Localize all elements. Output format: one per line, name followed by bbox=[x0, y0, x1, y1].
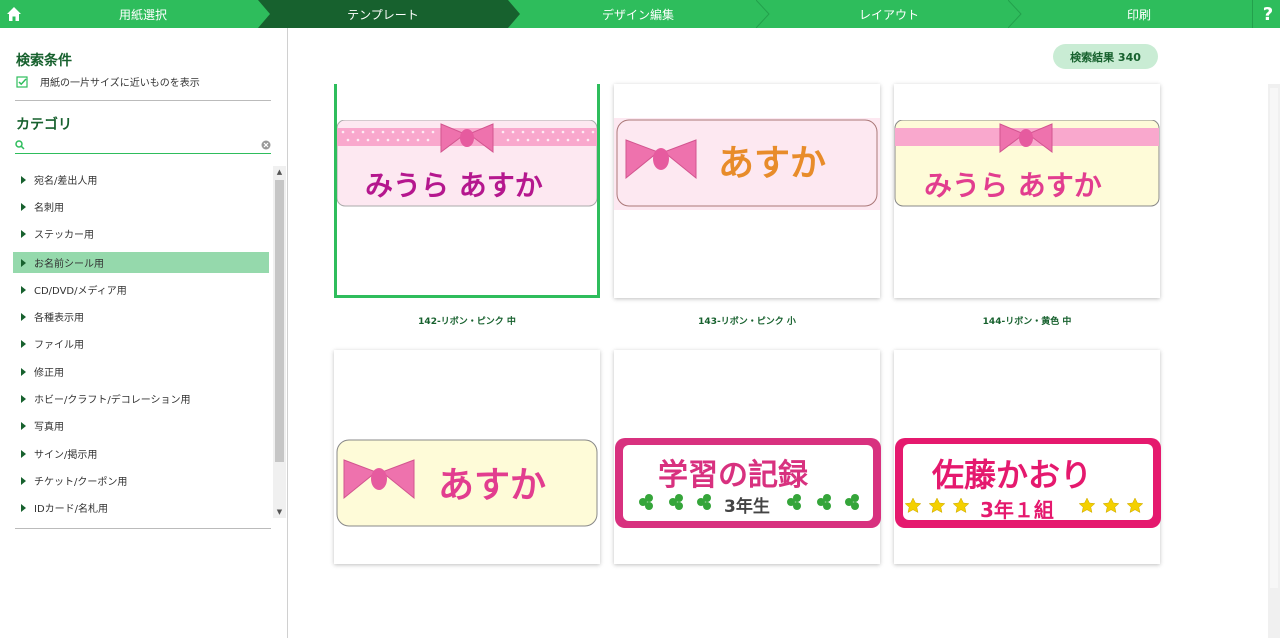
template-name-text: あすか bbox=[718, 143, 827, 184]
expand-arrow-icon bbox=[21, 476, 26, 485]
category-label: 宛名/差出人用 bbox=[34, 176, 98, 187]
clear-icon[interactable] bbox=[261, 140, 271, 150]
category-item[interactable]: チケット/クーポン用 bbox=[13, 470, 269, 491]
template-name-text: みうら あすか bbox=[365, 169, 543, 202]
template-title-text: 佐藤かおり bbox=[932, 456, 1093, 494]
step-bar: 用紙選択 テンプレート デザイン編集 レイアウト 印刷 ? bbox=[0, 0, 1280, 28]
template-title-text: 学習の記録 bbox=[658, 458, 808, 493]
step-label: レイアウト bbox=[858, 7, 919, 22]
search-icon bbox=[15, 140, 25, 150]
category-item[interactable]: 宛名/差出人用 bbox=[13, 169, 269, 190]
search-conditions-title: 検索条件 bbox=[16, 53, 72, 69]
expand-arrow-icon bbox=[21, 258, 26, 267]
step-label: デザイン編集 bbox=[601, 7, 674, 22]
category-search-input[interactable] bbox=[31, 138, 255, 153]
category-item[interactable]: 名刺用 bbox=[13, 196, 269, 217]
expand-arrow-icon bbox=[21, 503, 26, 512]
step-label: 用紙選択 bbox=[118, 7, 167, 22]
expand-arrow-icon bbox=[21, 175, 26, 184]
category-label: ホビー/クラフト/デコレーション用 bbox=[34, 395, 191, 406]
template-sub-text: 3年１組 bbox=[980, 498, 1054, 522]
category-item-selected[interactable]: お名前シール用 bbox=[13, 252, 269, 273]
step-label: 印刷 bbox=[1126, 7, 1151, 22]
template-card-selected[interactable]: みうら あすか bbox=[334, 84, 600, 298]
category-list: 宛名/差出人用 名刺用 ステッカー用 お名前シール用 CD/DVD/メディア用 … bbox=[13, 166, 271, 518]
template-name-text: あすか bbox=[438, 465, 547, 506]
divider bbox=[15, 100, 271, 101]
category-item[interactable]: 各種表示用 bbox=[13, 306, 269, 327]
expand-arrow-icon bbox=[21, 285, 26, 294]
category-title: カテゴリ bbox=[16, 117, 72, 133]
template-card[interactable]: あすか bbox=[614, 84, 880, 298]
scrollbar-thumb[interactable] bbox=[1270, 88, 1278, 588]
result-count-badge: 検索結果 340 bbox=[1053, 44, 1158, 69]
category-label: 名刺用 bbox=[34, 203, 64, 214]
scrollbar-thumb[interactable] bbox=[275, 180, 284, 462]
home-button[interactable] bbox=[0, 0, 28, 28]
expand-arrow-icon bbox=[21, 367, 26, 376]
template-name-text: みうら あすか bbox=[924, 169, 1102, 202]
category-label: 各種表示用 bbox=[34, 313, 84, 324]
category-search bbox=[15, 138, 271, 154]
expand-arrow-icon bbox=[21, 339, 26, 348]
category-label: 修正用 bbox=[34, 368, 64, 379]
step-layout[interactable]: レイアウト bbox=[770, 0, 1008, 28]
scroll-down-icon[interactable]: ▼ bbox=[273, 506, 286, 518]
category-label: ステッカー用 bbox=[34, 230, 94, 241]
category-label: チケット/クーポン用 bbox=[34, 477, 128, 488]
checkbox-checked-icon bbox=[16, 75, 28, 88]
sidebar: 検索条件 用紙の一片サイズに近いものを表示 カテゴリ 宛名/差出人用 名刺用 ス… bbox=[0, 28, 288, 638]
step-paper-select[interactable]: 用紙選択 bbox=[28, 0, 258, 28]
expand-arrow-icon bbox=[21, 312, 26, 321]
nearest-size-checkbox[interactable]: 用紙の一片サイズに近いものを表示 bbox=[16, 74, 200, 89]
category-item[interactable]: ファイル用 bbox=[13, 333, 269, 354]
category-item[interactable]: CD/DVD/メディア用 bbox=[13, 279, 269, 300]
category-item[interactable]: サイン/掲示用 bbox=[13, 443, 269, 464]
category-item[interactable]: 写真用 bbox=[13, 415, 269, 436]
scroll-up-icon[interactable]: ▲ bbox=[273, 166, 286, 178]
template-card[interactable]: あすか bbox=[334, 350, 600, 564]
step-template[interactable]: テンプレート bbox=[258, 0, 520, 28]
category-label: お名前シール用 bbox=[34, 259, 104, 270]
template-card[interactable]: 学習の記録 3年生 bbox=[614, 350, 881, 564]
gallery-scrollbar[interactable] bbox=[1268, 84, 1280, 638]
category-item[interactable]: ホビー/クラフト/デコレーション用 bbox=[13, 388, 269, 409]
step-label: テンプレート bbox=[347, 7, 419, 22]
template-gallery: 検索結果 340 みうら あすか 142-リボン・ピンク 中 あすか 143-リ… bbox=[289, 28, 1280, 638]
expand-arrow-icon bbox=[21, 421, 26, 430]
category-label: 写真用 bbox=[34, 422, 64, 433]
template-caption: 142-リボン・ピンク 中 bbox=[418, 317, 516, 327]
template-caption: 143-リボン・ピンク 小 bbox=[698, 317, 796, 327]
help-icon: ? bbox=[1262, 3, 1274, 25]
template-card[interactable]: みうら あすか bbox=[894, 84, 1160, 298]
template-card[interactable]: 佐藤かおり 3年１組 bbox=[894, 350, 1161, 564]
expand-arrow-icon bbox=[21, 202, 26, 211]
checkbox-label: 用紙の一片サイズに近いものを表示 bbox=[40, 78, 200, 89]
category-label: サイン/掲示用 bbox=[34, 450, 98, 461]
category-item[interactable]: IDカード/名札用 bbox=[13, 497, 269, 518]
template-caption: 144-リボン・黄色 中 bbox=[982, 317, 1072, 327]
category-item[interactable]: 修正用 bbox=[13, 361, 269, 382]
expand-arrow-icon bbox=[21, 394, 26, 403]
help-button[interactable]: ? bbox=[1256, 0, 1280, 28]
home-icon bbox=[7, 7, 21, 21]
category-item[interactable]: ステッカー用 bbox=[13, 223, 269, 244]
category-label: CD/DVD/メディア用 bbox=[34, 286, 127, 297]
expand-arrow-icon bbox=[21, 229, 26, 238]
expand-arrow-icon bbox=[21, 449, 26, 458]
category-scrollbar[interactable]: ▲ ▼ bbox=[273, 166, 286, 518]
step-print[interactable]: 印刷 bbox=[1022, 0, 1256, 28]
category-label: IDカード/名札用 bbox=[34, 504, 109, 515]
template-sub-text: 3年生 bbox=[724, 497, 770, 517]
step-design-edit[interactable]: デザイン編集 bbox=[520, 0, 756, 28]
category-label: ファイル用 bbox=[34, 340, 84, 351]
divider bbox=[15, 528, 271, 529]
